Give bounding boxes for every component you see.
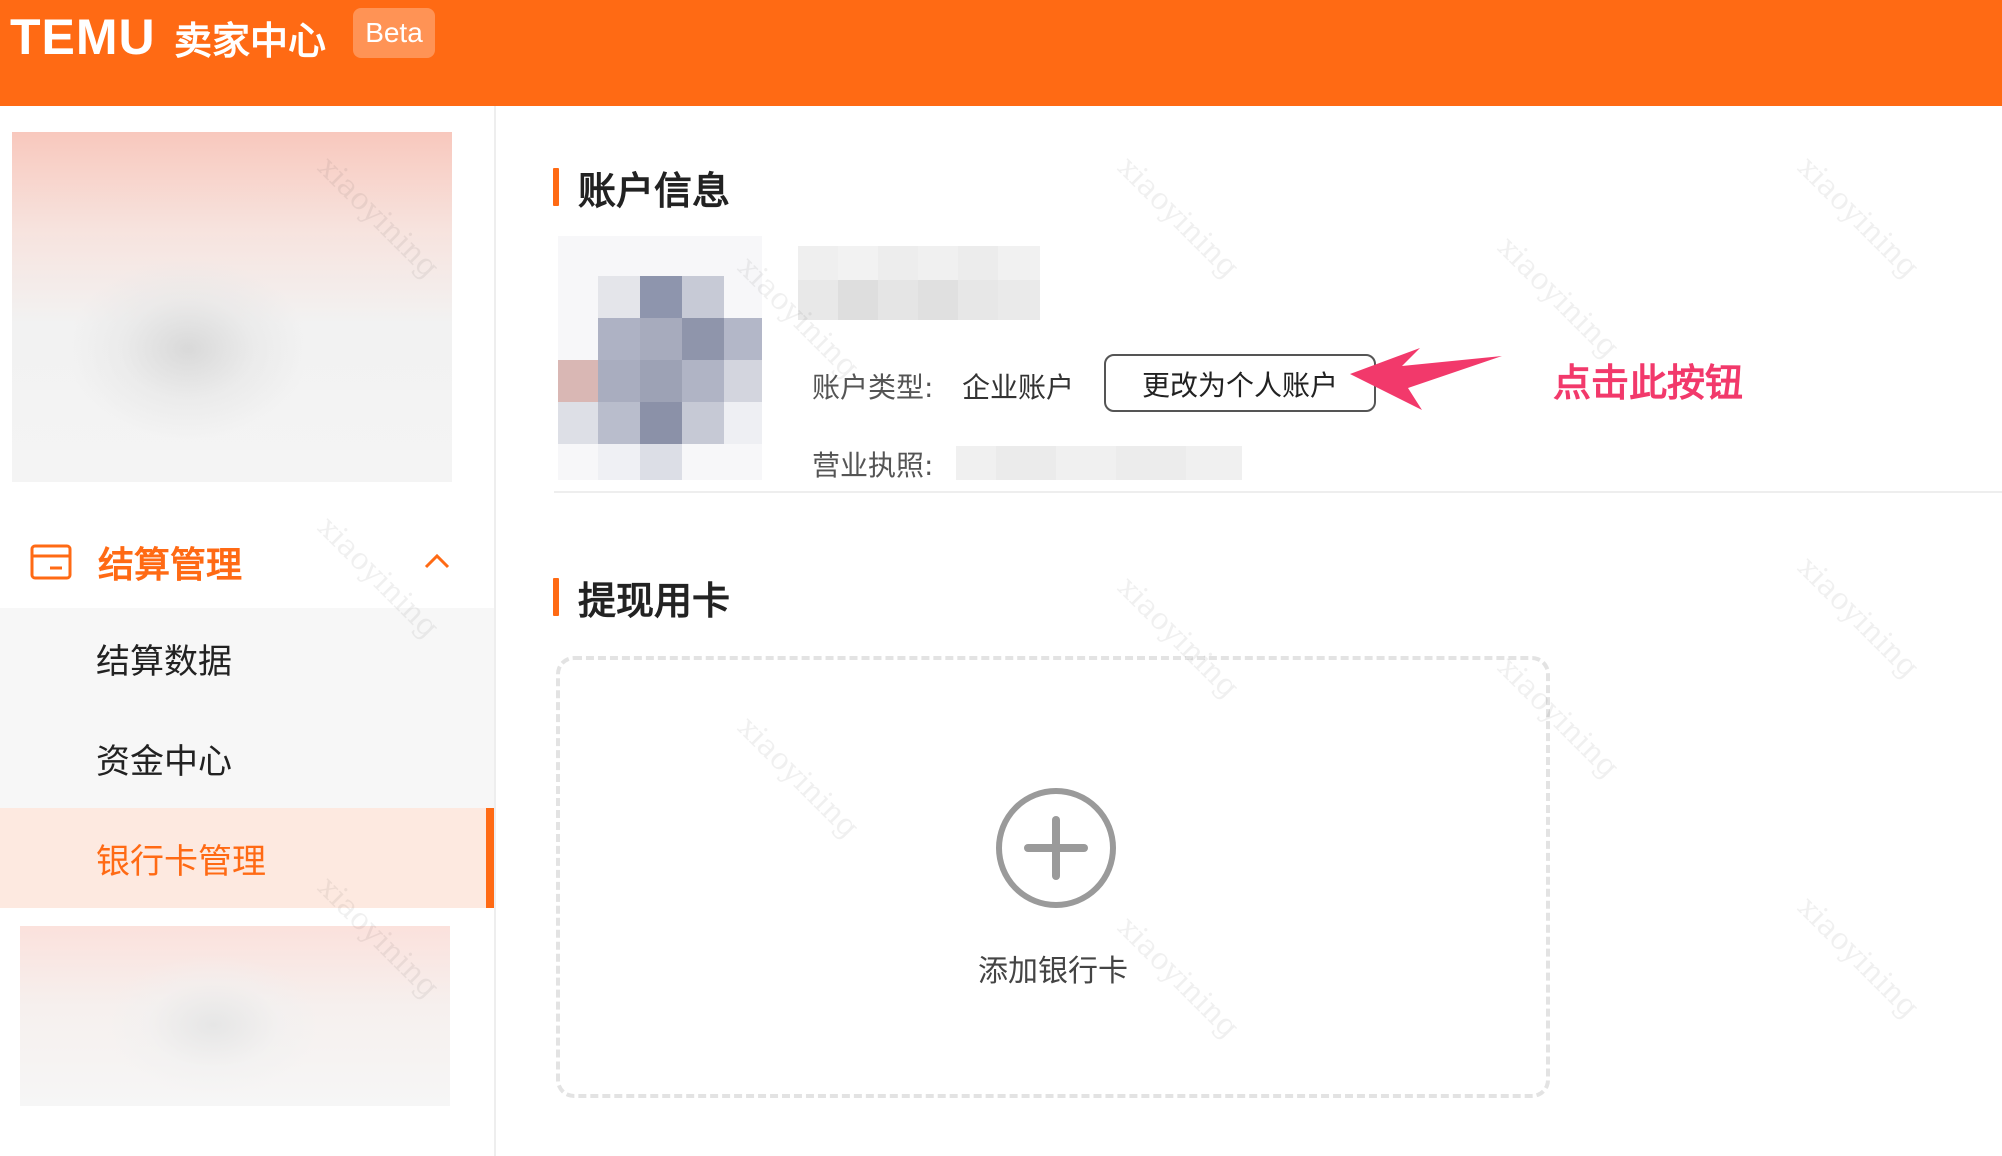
watermark-text: xiaoyining: [1490, 229, 1626, 366]
card-icon: [30, 544, 72, 580]
account-type-label: 账户类型:: [812, 371, 934, 404]
account-type-value: 企业账户: [962, 371, 1075, 404]
plus-circle-icon[interactable]: [994, 786, 1118, 910]
sidebar-item-fund-center[interactable]: 资金中心: [0, 708, 494, 808]
account-info-title: 账户信息: [578, 169, 731, 213]
watermark-text: xiaoyining: [1790, 549, 1926, 686]
section-divider: [554, 491, 2002, 493]
temu-logo[interactable]: TEMU: [10, 8, 156, 66]
blurred-license-value: [956, 446, 1242, 480]
active-indicator: [486, 808, 494, 908]
add-bank-card-area[interactable]: 添加银行卡: [556, 656, 1550, 1098]
top-bar: TEMU 卖家中心 Beta: [0, 0, 2002, 106]
blurred-account-name: [798, 246, 1040, 320]
sidebar-item-label: 结算数据: [96, 642, 232, 682]
chevron-up-icon[interactable]: [424, 552, 450, 570]
blurred-sidebar-area: [20, 926, 450, 1106]
beta-badge: Beta: [353, 8, 435, 58]
sidebar-item-label: 资金中心: [96, 742, 232, 782]
watermark-text: xiaoyining: [1790, 149, 1926, 286]
add-bank-card-label: 添加银行卡: [978, 954, 1128, 989]
watermark-text: xiaoyining: [1110, 149, 1246, 286]
change-to-personal-button[interactable]: 更改为个人账户: [1104, 354, 1376, 412]
section-marker: [553, 168, 559, 206]
pointer-arrow-icon: [1350, 348, 1502, 410]
blurred-avatar: [558, 236, 762, 480]
app-name: 卖家中心: [174, 19, 327, 63]
section-marker: [553, 578, 559, 616]
sidebar-group-label: 结算管理: [98, 545, 243, 586]
sidebar-item-bank-card-management[interactable]: 银行卡管理: [0, 808, 494, 908]
sidebar-group-settlement[interactable]: 结算管理: [0, 514, 494, 614]
withdraw-card-title: 提现用卡: [578, 579, 731, 623]
sidebar-item-settlement-data[interactable]: 结算数据: [0, 608, 494, 708]
blurred-profile-area: [12, 132, 452, 482]
click-hint-annotation: 点击此按钮: [1553, 361, 1744, 405]
sidebar: 结算管理 结算数据 资金中心 银行卡管理: [0, 106, 496, 1156]
sidebar-item-label: 银行卡管理: [96, 842, 266, 882]
business-license-label: 营业执照:: [812, 449, 934, 482]
watermark-text: xiaoyining: [1790, 889, 1926, 1026]
